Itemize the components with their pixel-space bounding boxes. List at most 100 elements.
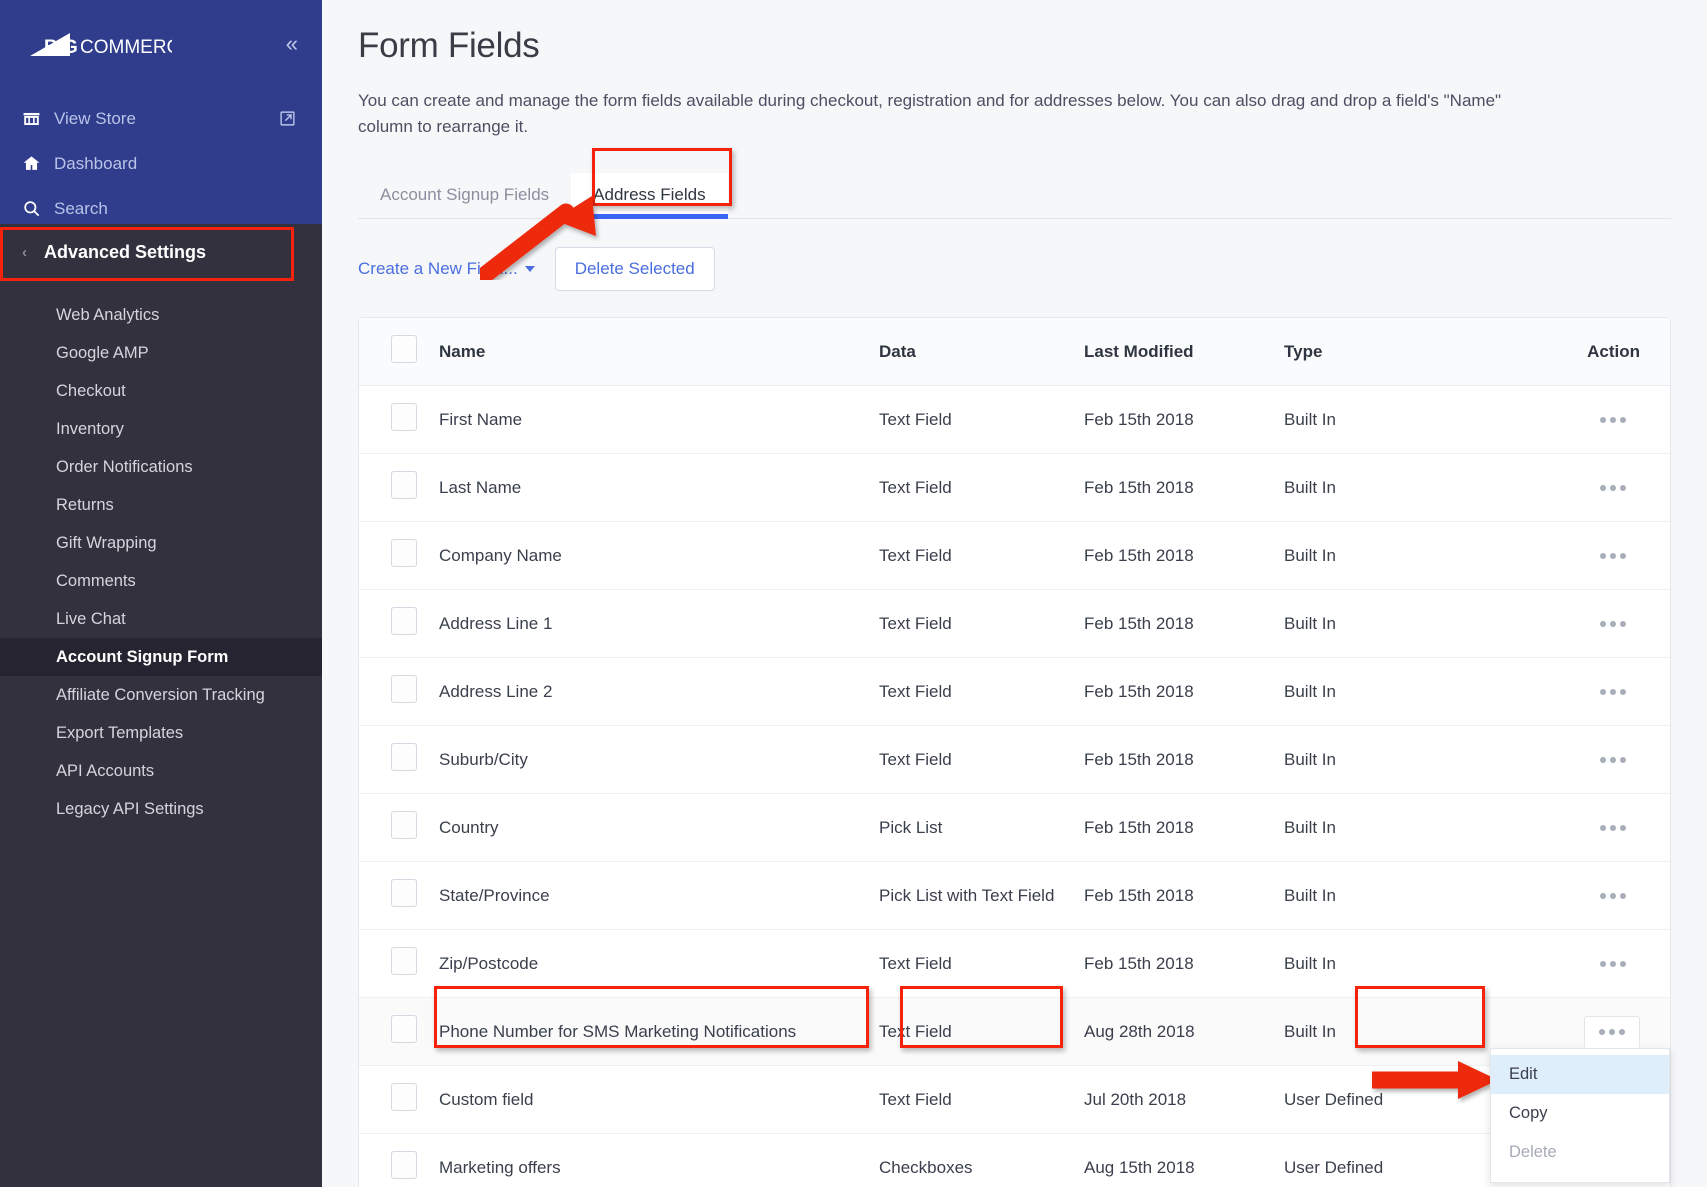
table-row[interactable]: Custom field Text Field Jul 20th 2018 Us… xyxy=(359,1065,1670,1134)
ellipsis-icon[interactable] xyxy=(1586,745,1640,775)
table-row-phone-number[interactable]: Phone Number for SMS Marketing Notificat… xyxy=(359,997,1670,1066)
sidebar-item-view-store[interactable]: View Store xyxy=(0,96,322,141)
ellipsis-icon[interactable] xyxy=(1586,949,1640,979)
row-checkbox[interactable] xyxy=(391,539,417,567)
cell-last-modified: Jul 20th 2018 xyxy=(1084,1065,1284,1134)
select-all-checkbox[interactable] xyxy=(391,335,417,363)
sidebar-item-api-accounts[interactable]: API Accounts xyxy=(0,752,322,790)
cell-name[interactable]: Country xyxy=(439,793,879,862)
sidebar-item-export-templates[interactable]: Export Templates xyxy=(0,714,322,752)
row-checkbox[interactable] xyxy=(391,947,417,975)
sidebar-item-web-analytics[interactable]: Web Analytics xyxy=(0,296,322,334)
ellipsis-icon[interactable] xyxy=(1586,473,1640,503)
ellipsis-icon[interactable] xyxy=(1586,609,1640,639)
cell-data: Pick List xyxy=(879,793,1084,862)
cell-name[interactable]: State/Province xyxy=(439,861,879,930)
table-row[interactable]: First Name Text Field Feb 15th 2018 Buil… xyxy=(359,385,1670,454)
ellipsis-icon[interactable] xyxy=(1586,881,1640,911)
cell-name[interactable]: Marketing offers xyxy=(439,1134,879,1187)
cell-name[interactable]: Address Line 1 xyxy=(439,589,879,658)
column-header-type[interactable]: Type xyxy=(1284,318,1474,386)
column-header-data[interactable]: Data xyxy=(879,318,1084,386)
cell-name[interactable]: Phone Number for SMS Marketing Notificat… xyxy=(439,997,879,1066)
cell-name[interactable]: Company Name xyxy=(439,521,879,590)
sidebar-item-legacy-api-settings[interactable]: Legacy API Settings xyxy=(0,790,322,828)
row-checkbox[interactable] xyxy=(391,607,417,635)
search-icon xyxy=(22,199,54,218)
cell-name[interactable]: Zip/Postcode xyxy=(439,929,879,998)
delete-selected-button[interactable]: Delete Selected xyxy=(554,247,715,291)
table-row[interactable]: Marketing offers Checkboxes Aug 15th 201… xyxy=(359,1134,1670,1187)
table-row[interactable]: State/Province Pick List with Text Field… xyxy=(359,861,1670,930)
sidebar-item-gift-wrapping[interactable]: Gift Wrapping xyxy=(0,524,322,562)
table-row[interactable]: Address Line 1 Text Field Feb 15th 2018 … xyxy=(359,589,1670,658)
cell-data: Text Field xyxy=(879,385,1084,454)
table-row[interactable]: Last Name Text Field Feb 15th 2018 Built… xyxy=(359,453,1670,522)
table-row[interactable]: Company Name Text Field Feb 15th 2018 Bu… xyxy=(359,521,1670,590)
menu-item-edit[interactable]: Edit xyxy=(1491,1055,1669,1094)
cell-last-modified: Feb 15th 2018 xyxy=(1084,521,1284,590)
row-checkbox[interactable] xyxy=(391,879,417,907)
row-checkbox-cell xyxy=(359,861,439,930)
sidebar-item-label: Order Notifications xyxy=(56,457,193,476)
sidebar-item-checkout[interactable]: Checkout xyxy=(0,372,322,410)
sidebar-item-label: Web Analytics xyxy=(56,305,160,324)
sidebar-item-order-notifications[interactable]: Order Notifications xyxy=(0,448,322,486)
cell-name[interactable]: First Name xyxy=(439,385,879,454)
cell-action xyxy=(1474,861,1670,930)
bigcommerce-logo[interactable]: BIG COMMERCE xyxy=(22,29,172,59)
cell-name[interactable]: Custom field xyxy=(439,1065,879,1134)
cell-name[interactable]: Suburb/City xyxy=(439,725,879,794)
ellipsis-icon[interactable] xyxy=(1584,1015,1640,1048)
sidebar-item-comments[interactable]: Comments xyxy=(0,562,322,600)
sidebar-item-inventory[interactable]: Inventory xyxy=(0,410,322,448)
sidebar-item-account-signup-form[interactable]: Account Signup Form xyxy=(0,638,322,676)
ellipsis-icon[interactable] xyxy=(1586,405,1640,435)
ellipsis-icon[interactable] xyxy=(1586,541,1640,571)
sidebar-item-affiliate-conversion-tracking[interactable]: Affiliate Conversion Tracking xyxy=(0,676,322,714)
row-action-menu[interactable]: Edit Copy Delete xyxy=(1490,1048,1670,1183)
cell-type: Built In xyxy=(1284,929,1474,998)
table-row[interactable]: Address Line 2 Text Field Feb 15th 2018 … xyxy=(359,657,1670,726)
svg-text:COMMERCE: COMMERCE xyxy=(80,37,172,58)
tab-address-fields[interactable]: Address Fields xyxy=(571,173,729,219)
tab-account-signup-fields[interactable]: Account Signup Fields xyxy=(358,173,571,218)
row-checkbox[interactable] xyxy=(391,1151,417,1179)
table-head: Name Data Last Modified Type Action xyxy=(359,318,1670,386)
table-row[interactable]: Zip/Postcode Text Field Feb 15th 2018 Bu… xyxy=(359,929,1670,998)
sidebar-item-dashboard[interactable]: Dashboard xyxy=(0,141,322,186)
ellipsis-icon[interactable] xyxy=(1586,813,1640,843)
sidebar-item-label: Legacy API Settings xyxy=(56,799,204,818)
ellipsis-icon[interactable] xyxy=(1586,677,1640,707)
create-new-field-dropdown[interactable]: Create a New Field... xyxy=(358,259,535,279)
sidebar-item-google-amp[interactable]: Google AMP xyxy=(0,334,322,372)
cell-type: Built In xyxy=(1284,521,1474,590)
row-checkbox[interactable] xyxy=(391,1083,417,1111)
sidebar-section-advanced-settings[interactable]: ‹ Advanced Settings xyxy=(0,224,322,280)
page-title: Form Fields xyxy=(358,26,540,65)
sidebar-item-returns[interactable]: Returns xyxy=(0,486,322,524)
row-checkbox[interactable] xyxy=(391,675,417,703)
cell-action xyxy=(1474,725,1670,794)
column-header-name[interactable]: Name xyxy=(439,318,879,386)
table-row[interactable]: Country Pick List Feb 15th 2018 Built In xyxy=(359,793,1670,862)
cell-name[interactable]: Address Line 2 xyxy=(439,657,879,726)
cell-data: Checkboxes xyxy=(879,1157,973,1177)
main-content: Form Fields You can create and manage th… xyxy=(322,0,1707,1187)
row-checkbox[interactable] xyxy=(391,743,417,771)
row-checkbox[interactable] xyxy=(391,811,417,839)
row-checkbox[interactable] xyxy=(391,1015,417,1043)
cell-name[interactable]: Last Name xyxy=(439,453,879,522)
row-checkbox-cell xyxy=(359,793,439,862)
cell-action xyxy=(1474,589,1670,658)
sidebar-logo-row: BIG COMMERCE « xyxy=(0,0,322,66)
row-checkbox[interactable] xyxy=(391,471,417,499)
menu-item-copy[interactable]: Copy xyxy=(1491,1094,1669,1133)
external-link-icon[interactable] xyxy=(279,110,296,127)
sidebar-item-live-chat[interactable]: Live Chat xyxy=(0,600,322,638)
chevron-double-left-icon[interactable]: « xyxy=(286,33,298,55)
cell-data: Text Field xyxy=(879,453,1084,522)
row-checkbox[interactable] xyxy=(391,403,417,431)
column-header-last-modified[interactable]: Last Modified xyxy=(1084,318,1284,386)
table-row[interactable]: Suburb/City Text Field Feb 15th 2018 Bui… xyxy=(359,725,1670,794)
